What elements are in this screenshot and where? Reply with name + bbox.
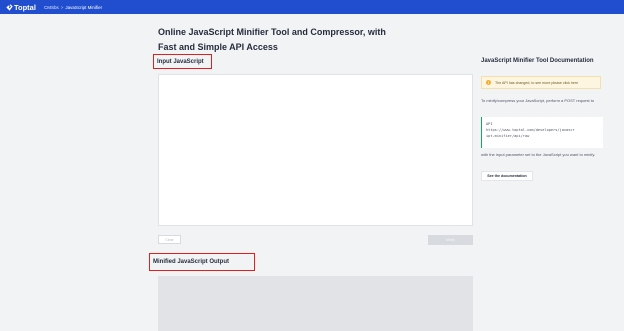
breadcrumb-separator: > bbox=[60, 4, 64, 10]
toptal-logo[interactable]: Toptal bbox=[6, 3, 36, 12]
input-javascript-label-text: Input JavaScript bbox=[157, 58, 204, 65]
breadcrumb-parent[interactable]: CMSbs bbox=[44, 5, 59, 10]
documentation-title: JavaScript Minifier Tool Documentation bbox=[481, 58, 594, 64]
input-javascript-label: Input JavaScript bbox=[153, 54, 212, 69]
breadcrumb-current: JavaScript Minifier bbox=[65, 4, 103, 10]
minified-output[interactable] bbox=[158, 276, 473, 331]
brand-name: Toptal bbox=[14, 2, 36, 12]
breadcrumb: CMSbs > JavaScript Minifier bbox=[44, 5, 102, 10]
minified-output-label: Minified JavaScript Output bbox=[149, 253, 255, 271]
documentation-description: To minify/compress your JavaScript, perf… bbox=[481, 98, 595, 103]
top-nav-bar: Toptal CMSbs > JavaScript Minifier bbox=[0, 0, 624, 14]
minified-output-label-text: Minified JavaScript Output bbox=[153, 259, 230, 265]
api-change-notice[interactable]: ! The API has changed, to see more pleas… bbox=[481, 76, 601, 89]
page-title: Online JavaScript Minifier Tool and Comp… bbox=[158, 25, 398, 55]
warning-icon: ! bbox=[486, 80, 491, 85]
api-url-line-2: ipt-minifier/api/raw bbox=[486, 134, 530, 138]
api-endpoint-block: API https://www.toptal.com/developers/ja… bbox=[481, 117, 603, 148]
toptal-logo-icon bbox=[6, 3, 13, 11]
page-title-line-1: Online JavaScript Minifier Tool and Comp… bbox=[158, 27, 386, 37]
page-title-line-2: Fast and Simple API Access bbox=[158, 42, 278, 52]
minify-button[interactable]: Minify bbox=[428, 235, 473, 245]
notice-text: The API has changed, to see more please … bbox=[495, 80, 579, 85]
see-documentation-button[interactable]: See the documentation bbox=[481, 171, 533, 181]
clear-button[interactable]: Clear bbox=[158, 235, 181, 244]
documentation-description-2: with the input parameter set to the Java… bbox=[481, 152, 596, 157]
javascript-input[interactable] bbox=[158, 74, 473, 226]
